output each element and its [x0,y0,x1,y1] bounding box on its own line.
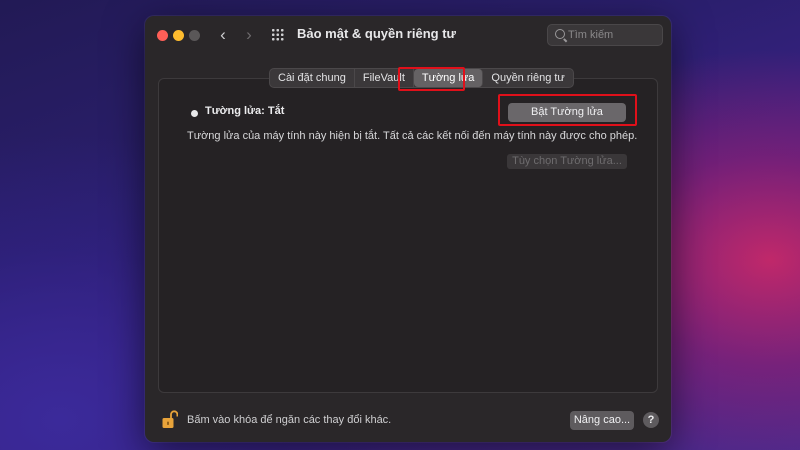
title-bar: ‹ › Bảo mật & quyền riêng tư [145,16,671,54]
search-icon [555,29,565,39]
help-icon[interactable]: ? [643,412,659,428]
firewall-status-indicator [191,110,198,117]
forward-chevron-icon[interactable]: › [239,25,259,45]
enable-firewall-button[interactable]: Bật Tường lửa [508,103,626,122]
tab-firewall[interactable]: Tường lửa [413,69,484,87]
firewall-options-button: Tùy chọn Tường lửa... [507,154,627,169]
content-panel [158,78,658,393]
tab-bar: Cài đặt chung FileVault Tường lửa Quyền … [269,68,574,88]
tab-filevault[interactable]: FileVault [355,69,414,87]
close-button[interactable] [157,30,168,41]
back-chevron-icon[interactable]: ‹ [213,25,233,45]
search-input[interactable] [568,27,658,43]
firewall-status-label: Tường lửa: Tắt [205,105,285,117]
search-field[interactable] [547,24,663,46]
unlocked-padlock-icon[interactable] [162,409,178,429]
tab-general[interactable]: Cài đặt chung [270,69,355,87]
window-title: Bảo mật & quyền riêng tư [297,26,456,41]
minimize-button[interactable] [173,30,184,41]
show-all-grid-icon[interactable] [271,28,284,41]
tab-privacy[interactable]: Quyền riêng tư [483,69,572,87]
advanced-button[interactable]: Nâng cao... [570,411,634,430]
zoom-button[interactable] [189,30,200,41]
lock-instruction-text: Bấm vào khóa để ngăn các thay đổi khác. [187,414,392,426]
firewall-description: Tường lửa của máy tính này hiện bị tắt. … [187,130,638,142]
preferences-window: ‹ › Bảo mật & quyền riêng tư Cài đặt chu… [145,16,671,442]
